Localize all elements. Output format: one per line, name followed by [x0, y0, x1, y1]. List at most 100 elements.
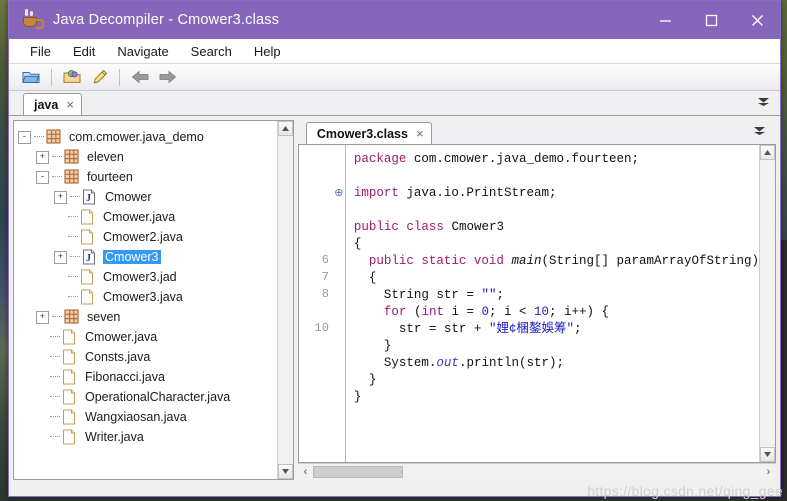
outer-tab-bar: java × [9, 91, 780, 116]
tree-expand-toggle[interactable]: + [36, 310, 49, 324]
open-project-folder-icon[interactable] [60, 66, 84, 88]
code-token: import [353, 186, 407, 200]
editor-box: 6 7 8 10 ⊕ package com.cmower.java_demo.fou… [297, 145, 776, 463]
tree-scroll-down-arrow[interactable] [277, 464, 293, 479]
menu-edit[interactable]: Edit [62, 42, 106, 61]
editor-scroll-up-arrow[interactable] [760, 145, 775, 160]
close-button[interactable] [734, 1, 780, 39]
file-icon [80, 289, 96, 305]
tree-connector-line [50, 356, 60, 358]
code-token: String str = [353, 288, 482, 302]
tree-expand-toggle[interactable]: + [36, 150, 49, 164]
save-brush-icon[interactable] [87, 66, 111, 88]
file-icon [80, 229, 96, 245]
editor-hscroll-thumb[interactable] [312, 466, 403, 478]
tree-item-label: com.cmower.java_demo [69, 130, 204, 144]
editor-tabs-overflow-chevron-down-icon[interactable] [753, 123, 766, 141]
tree-item-wangxiaosan-java[interactable]: Wangxiaosan.java [18, 407, 277, 427]
tree-vertical-scrollbar[interactable] [276, 121, 293, 479]
tree-toggle-placeholder [54, 212, 65, 223]
tree-expand-toggle[interactable]: + [54, 190, 67, 204]
tree-item-cmower3[interactable]: + J Cmower3 [18, 247, 277, 267]
tree-expand-toggle[interactable]: + [54, 250, 67, 264]
code-token: ; [573, 322, 582, 336]
code-token: main [511, 254, 542, 268]
code-fold-blank [333, 253, 345, 270]
tree-item-cmower-java[interactable]: Cmower.java [18, 327, 277, 347]
title-bar[interactable]: Java Decompiler - Cmower3.class [9, 1, 780, 39]
code-token: "" [481, 288, 497, 302]
tree-collapse-toggle[interactable]: - [18, 130, 31, 144]
code-fold-blank [333, 304, 345, 321]
back-arrow-icon[interactable] [128, 66, 152, 88]
tree-item-operationalcharacter-java[interactable]: OperationalCharacter.java [18, 387, 277, 407]
tree-item-cmower-java[interactable]: Cmower.java [18, 207, 277, 227]
tab-java-close-icon[interactable]: × [66, 97, 74, 112]
tree-item-label: OperationalCharacter.java [85, 390, 231, 404]
tree-item-com-cmower-java-demo[interactable]: - com.cmower.java_demo [18, 127, 277, 147]
tree-collapse-toggle[interactable]: - [36, 170, 49, 184]
code-token: int [421, 305, 444, 319]
tree-connector-line [50, 396, 60, 398]
tree-item-fourteen[interactable]: - fourteen [18, 167, 277, 187]
tree-item-cmower[interactable]: + J Cmower [18, 187, 277, 207]
code-line: import java.io.PrintStream; [354, 185, 759, 202]
tree-scroll-track[interactable] [278, 136, 293, 464]
line-number-gutter: 6 7 8 10 [298, 145, 333, 462]
editor-horizontal-scrollbar[interactable]: ‹ › [297, 463, 776, 480]
open-folder-icon[interactable] [19, 66, 43, 88]
tree-connector-line [68, 296, 78, 298]
code-token: for [383, 305, 407, 319]
editor-scroll-right-arrow[interactable]: › [761, 465, 776, 480]
class-icon: J [82, 249, 98, 265]
tree-item-label: Cmower3 [103, 250, 161, 264]
tree-item-seven[interactable]: + seven [18, 307, 277, 327]
line-number-blank [299, 219, 329, 236]
tree-toggle-placeholder [54, 292, 65, 303]
tab-java[interactable]: java × [23, 93, 82, 115]
editor-vertical-scrollbar[interactable] [759, 145, 775, 462]
line-number-blank [299, 304, 329, 321]
tree-item-label: Cmower2.java [103, 230, 183, 244]
editor-scroll-left-arrow[interactable]: ‹ [298, 465, 313, 480]
tree-item-cmower3-java[interactable]: Cmower3.java [18, 287, 277, 307]
code-line: System.out.println(str); [354, 355, 759, 372]
tree-item-writer-java[interactable]: Writer.java [18, 427, 277, 447]
code-fold-toggle-icon[interactable]: ⊕ [333, 185, 345, 202]
package-icon [64, 149, 80, 165]
maximize-button[interactable] [688, 1, 734, 39]
minimize-button[interactable] [642, 1, 688, 39]
menu-file[interactable]: File [19, 42, 62, 61]
code-fold-blank [333, 236, 345, 253]
code-token: } [353, 373, 377, 387]
tree-connector-line [50, 436, 60, 438]
file-icon [62, 429, 78, 445]
code-content[interactable]: package com.cmower.java_demo.fourteen; i… [344, 145, 759, 462]
tree-connector-line [34, 136, 44, 138]
code-line: { [354, 236, 759, 253]
tree-item-eleven[interactable]: + eleven [18, 147, 277, 167]
tree-item-cmower3-jad[interactable]: Cmower3.jad [18, 267, 277, 287]
tree-scroll-up-arrow[interactable] [277, 121, 293, 136]
tree-item-cmower2-java[interactable]: Cmower2.java [18, 227, 277, 247]
forward-arrow-icon[interactable] [155, 66, 179, 88]
menu-navigate[interactable]: Navigate [106, 42, 179, 61]
editor-scroll-down-arrow[interactable] [760, 447, 775, 462]
tree-item-fibonacci-java[interactable]: Fibonacci.java [18, 367, 277, 387]
code-line: { [354, 270, 759, 287]
tree-item-consts-java[interactable]: Consts.java [18, 347, 277, 367]
menu-help[interactable]: Help [243, 42, 292, 61]
code-fold-blank [333, 355, 345, 372]
tab-cmower3-class[interactable]: Cmower3.class × [305, 122, 432, 144]
tab-cmower3-class-close-icon[interactable]: × [416, 126, 424, 141]
line-number-blank [299, 355, 329, 372]
editor-scroll-track[interactable] [760, 160, 775, 447]
file-tree[interactable]: - com.cmower.java_demo + eleven - fourteen + J C… [14, 121, 277, 479]
outer-tabs-overflow-chevron-down-icon[interactable] [757, 94, 770, 112]
tree-connector-line [50, 416, 60, 418]
file-icon [80, 269, 96, 285]
tree-toggle-placeholder [36, 372, 47, 383]
menu-search[interactable]: Search [180, 42, 243, 61]
code-fold-column[interactable]: ⊕ [333, 145, 345, 462]
tree-pane: - com.cmower.java_demo + eleven - fourteen + J C… [13, 120, 294, 480]
